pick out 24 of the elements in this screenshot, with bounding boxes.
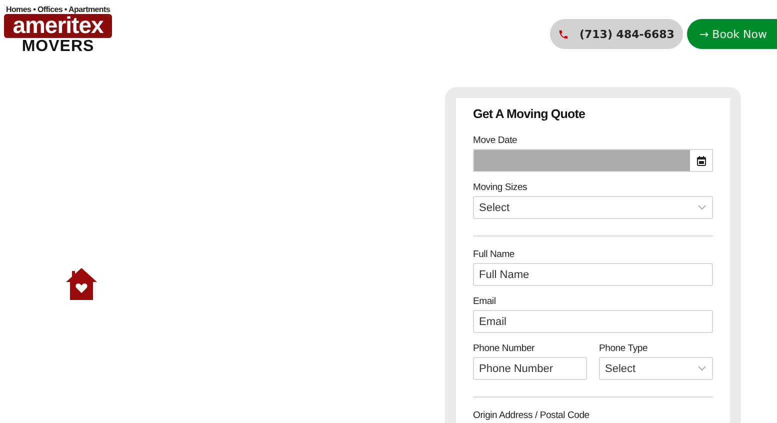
field-label: Full Name [473, 249, 516, 260]
select-field[interactable]: Select [473, 196, 713, 219]
phone-button[interactable]: (713) 484-6683 [550, 19, 684, 49]
text-field[interactable]: Email [473, 310, 713, 333]
house-heart-icon [66, 268, 97, 300]
field-label: Origin Address / Postal Code [473, 410, 590, 421]
phone-icon [558, 28, 570, 40]
logo-tagline: Homes • Offices • Apartments [6, 5, 110, 14]
form-title: Get A Moving Quote [473, 107, 586, 121]
date-field[interactable] [473, 149, 713, 172]
chevron-down-icon [698, 366, 706, 371]
field-label: Moving Sizes [473, 182, 528, 193]
chevron-down-icon [698, 205, 706, 210]
logo-subname: MOVERS [22, 38, 94, 55]
text-field[interactable]: Phone Number [473, 357, 587, 380]
field-label: Move Date [473, 135, 518, 146]
logo-name: ameritex [4, 14, 112, 38]
field-label: Email [473, 296, 497, 307]
field-label: Phone Type [599, 343, 649, 354]
text-field[interactable]: Full Name [473, 263, 713, 286]
field-label: Phone Number [473, 343, 536, 354]
book-now-button[interactable]: → Book Now [687, 19, 777, 49]
calendar-icon [696, 156, 706, 166]
select-field[interactable]: Select [599, 357, 713, 380]
